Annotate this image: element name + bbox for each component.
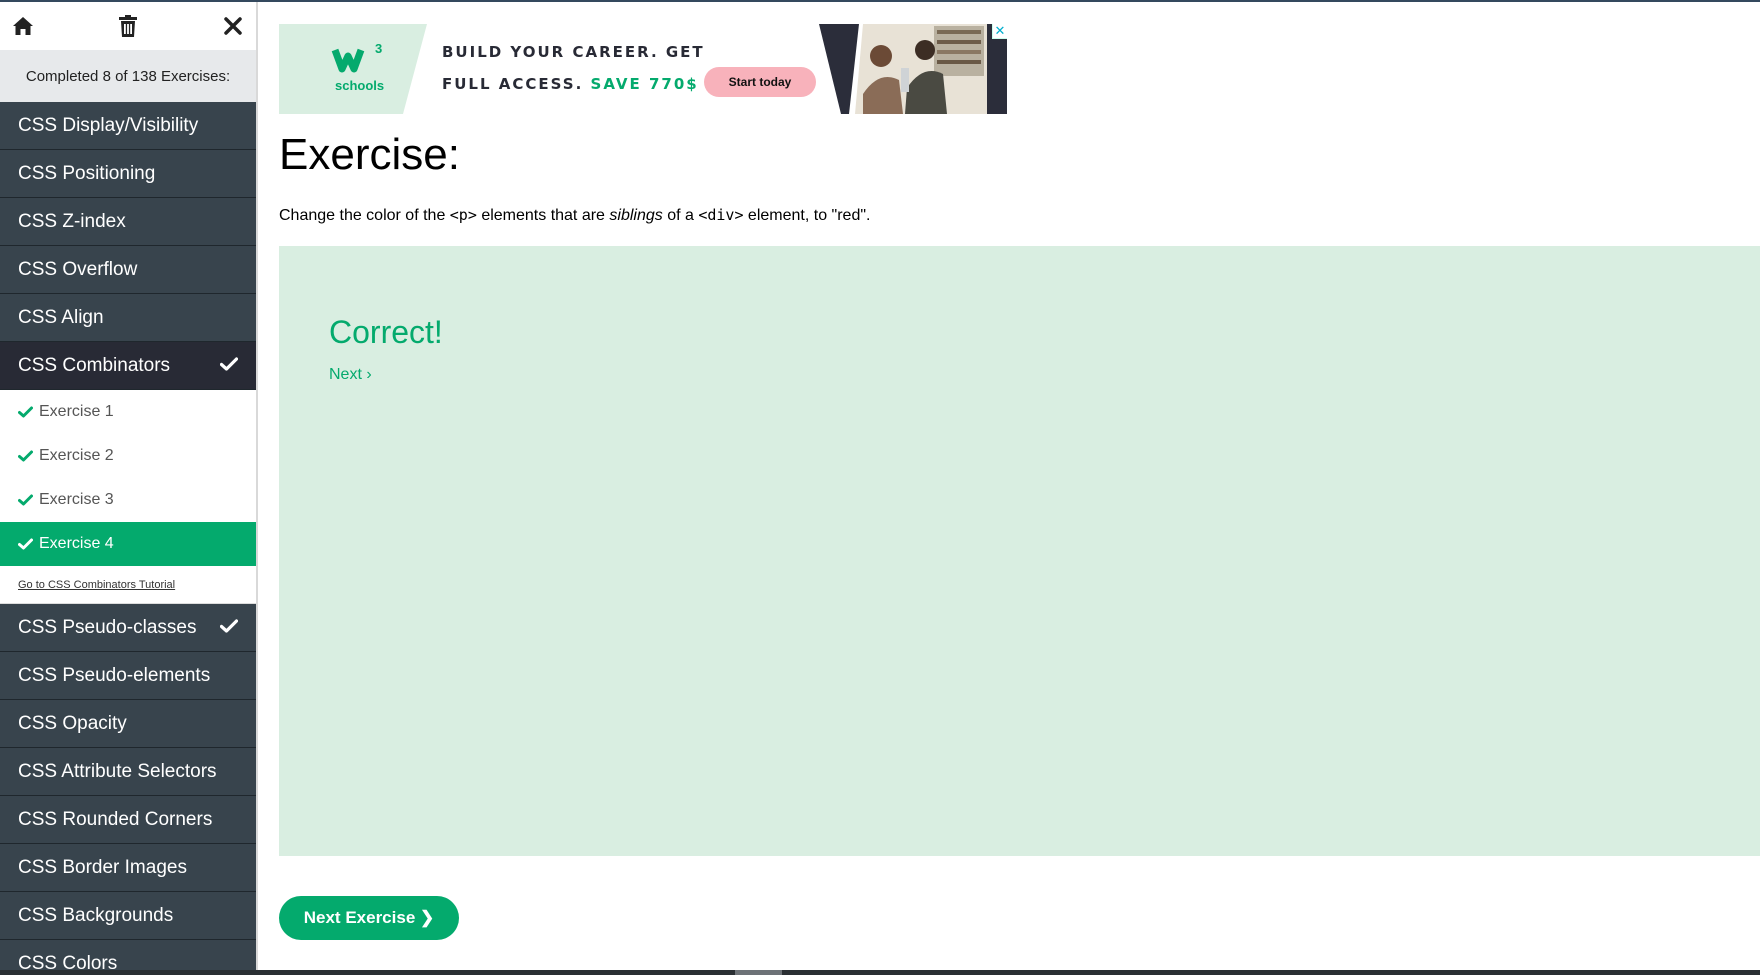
instruction-text: element, to "red". [743, 207, 871, 224]
sidebar-item-css-align[interactable]: CSS Align [0, 294, 256, 342]
correct-message: Correct! [329, 314, 443, 350]
category-list-top: CSS Display/Visibility CSS Positioning C… [0, 102, 256, 342]
sidebar-item-label: CSS Pseudo-elements [18, 664, 211, 686]
ad-logo: 3 schools [279, 24, 439, 114]
exercise-item-3[interactable]: Exercise 3 [0, 478, 256, 522]
exercise-label: Exercise 2 [39, 447, 114, 464]
ad-headline-2: FULL ACCESS. SAVE 770$ [442, 75, 699, 93]
sidebar-item-label: CSS Attribute Selectors [18, 760, 217, 782]
sidebar-item-label: CSS Combinators [18, 354, 171, 376]
exercise-sidebar: Completed 8 of 138 Exercises: CSS Displa… [0, 2, 258, 975]
exercise-label: Exercise 1 [39, 403, 114, 420]
exercise-list: Exercise 1 Exercise 2 Exercise 3 Exercis… [0, 390, 256, 566]
instruction-text: Change the color of the [279, 207, 450, 224]
sidebar-item-label: CSS Z-index [18, 210, 126, 232]
sidebar-item-css-pseudo-classes[interactable]: CSS Pseudo-classes [0, 604, 256, 652]
exercise-item-4[interactable]: Exercise 4 [0, 522, 256, 566]
next-exercise-button[interactable]: Next Exercise ❯ [279, 896, 459, 940]
sidebar-item-css-attribute-selectors[interactable]: CSS Attribute Selectors [0, 748, 256, 796]
checkmark-icon [219, 355, 239, 377]
sidebar-item-label: CSS Pseudo-classes [18, 616, 197, 638]
sidebar-item-label: CSS Overflow [18, 258, 138, 280]
result-panel: Correct! Next › [279, 246, 1760, 856]
trash-icon[interactable] [113, 11, 143, 41]
sidebar-item-css-border-images[interactable]: CSS Border Images [0, 844, 256, 892]
exercise-item-1[interactable]: Exercise 1 [0, 390, 256, 434]
ad-logo-sup: 3 [375, 41, 383, 56]
sidebar-item-css-positioning[interactable]: CSS Positioning [0, 150, 256, 198]
home-icon[interactable] [8, 11, 38, 41]
ad-photo [819, 24, 1007, 114]
sidebar-item-css-overflow[interactable]: CSS Overflow [0, 246, 256, 294]
sidebar-item-label: CSS Border Images [18, 856, 187, 878]
sidebar-item-css-rounded-corners[interactable]: CSS Rounded Corners [0, 796, 256, 844]
tutorial-link-row: Go to CSS Combinators Tutorial [0, 566, 256, 604]
instruction-code-div: <div> [698, 206, 744, 224]
sidebar-item-css-combinators[interactable]: CSS Combinators [0, 342, 256, 390]
close-icon[interactable] [218, 11, 248, 41]
checkmark-icon [18, 450, 33, 462]
progress-text: Completed 8 of 138 Exercises: [0, 50, 256, 102]
instruction-code-p: <p> [449, 206, 477, 224]
sidebar-item-css-z-index[interactable]: CSS Z-index [0, 198, 256, 246]
sidebar-item-label: CSS Align [18, 306, 104, 328]
sidebar-item-label: CSS Rounded Corners [18, 808, 213, 830]
page-title: Exercise: [279, 130, 460, 179]
sidebar-item-label: CSS Backgrounds [18, 904, 174, 926]
main-content: 3 schools BUILD YOUR CAREER. GET FULL AC… [279, 0, 1760, 975]
sidebar-item-label: CSS Positioning [18, 162, 156, 184]
sidebar-toolbar [0, 2, 256, 50]
exercise-label: Exercise 4 [39, 535, 114, 552]
ad-banner[interactable]: 3 schools BUILD YOUR CAREER. GET FULL AC… [279, 24, 1007, 114]
instruction-text: of a [662, 207, 699, 224]
horizontal-scrollbar[interactable] [0, 970, 1760, 975]
ad-logo-text: schools [335, 78, 385, 93]
exercise-label: Exercise 3 [39, 491, 114, 508]
checkmark-icon [18, 406, 33, 418]
checkmark-icon [18, 494, 33, 506]
sidebar-item-css-opacity[interactable]: CSS Opacity [0, 700, 256, 748]
category-list-bottom: CSS Pseudo-classes CSS Pseudo-elements C… [0, 604, 256, 975]
exercise-item-2[interactable]: Exercise 2 [0, 434, 256, 478]
sidebar-item-css-pseudo-elements[interactable]: CSS Pseudo-elements [0, 652, 256, 700]
sidebar-item-css-backgrounds[interactable]: CSS Backgrounds [0, 892, 256, 940]
ad-save-text: SAVE 770$ [590, 75, 699, 93]
checkmark-icon [219, 617, 239, 639]
checkmark-icon [18, 538, 33, 550]
tutorial-link[interactable]: Go to CSS Combinators Tutorial [18, 579, 175, 591]
scrollbar-thumb[interactable] [735, 970, 782, 975]
sidebar-item-label: CSS Opacity [18, 712, 127, 734]
instruction-text: elements that are [476, 207, 610, 224]
ad-headline-2-main: FULL ACCESS. [442, 75, 584, 93]
ad-start-today-button[interactable]: Start today [704, 67, 816, 97]
sidebar-item-label: CSS Display/Visibility [18, 114, 199, 136]
instruction-emphasis: siblings [609, 207, 663, 224]
next-link[interactable]: Next › [329, 366, 372, 384]
ad-close-icon[interactable]: ✕ [992, 24, 1007, 39]
ad-headline-1: BUILD YOUR CAREER. GET [442, 43, 705, 61]
sidebar-item-css-display-visibility[interactable]: CSS Display/Visibility [0, 102, 256, 150]
exercise-instructions: Change the color of the <p> elements tha… [279, 206, 870, 225]
